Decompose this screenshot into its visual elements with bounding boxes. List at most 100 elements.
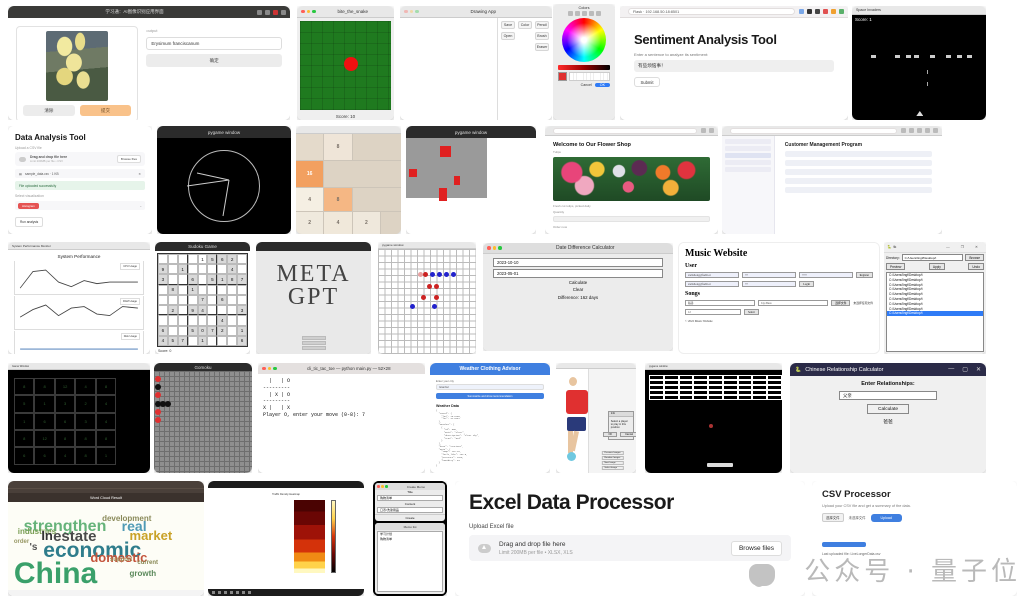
sudoku-cell[interactable]	[207, 285, 217, 295]
game-board[interactable]	[406, 138, 536, 234]
sudoku-cell[interactable]: 9	[158, 264, 168, 274]
email-field-2[interactable]: stellahong@fuzhi.ai	[685, 281, 739, 287]
sudoku-cell[interactable]: 1	[188, 285, 198, 295]
select-button[interactable]: Select	[744, 309, 759, 315]
sudoku-cell[interactable]	[237, 315, 247, 325]
sidebar-item-delete-customer[interactable]	[725, 167, 771, 172]
window-controls[interactable]	[257, 10, 286, 15]
sudoku-cell[interactable]: 1	[198, 336, 208, 346]
grid[interactable]: 881248 51324 16634 812888 66481	[14, 378, 116, 465]
sudoku-cell[interactable]	[217, 336, 227, 346]
ok-button[interactable]: OK	[595, 83, 610, 87]
file-list[interactable]: C:/Users/lingf/Desktop/tC:/Users/lingf/D…	[886, 272, 984, 352]
sudoku-cell[interactable]: 3	[158, 274, 168, 284]
cancel-button[interactable]: Cancel	[581, 83, 592, 87]
sudoku-cell[interactable]	[168, 264, 178, 274]
app-image-classifier[interactable]: 学习通：AI图像识别应用界面 清除 提交 output Erysimum fra…	[8, 6, 290, 120]
choose-file-button[interactable]: 选择文件	[831, 300, 850, 306]
game-canvas[interactable]	[157, 138, 291, 234]
password-field-3[interactable]: •••	[742, 281, 796, 287]
create-memo-window[interactable]: Create Memo Title 购物清单 Content 口罩/洗漱用品 C…	[375, 483, 445, 521]
file-dropzone[interactable]: Drag and drop file here Limit 200MB per …	[15, 152, 145, 166]
sudoku-cell[interactable]	[158, 305, 168, 315]
app-gomoku-pygame[interactable]: pygame window	[378, 242, 476, 354]
app-soccer-player-select[interactable]: Info Select a player to play in this pos…	[556, 363, 636, 473]
date1-input[interactable]: 2023-10-10	[493, 258, 663, 267]
snake-board[interactable]	[300, 21, 391, 110]
sudoku-cell[interactable]: 1	[237, 326, 247, 336]
app-dark-grid-game[interactable]: Game Window 881248 51324 16634 812888 66…	[8, 363, 150, 473]
sudoku-cell[interactable]: 1	[178, 264, 188, 274]
game-board[interactable]	[154, 371, 252, 473]
relationship-input[interactable]: 父亲	[839, 391, 937, 400]
selected-chip[interactable]: Histogram	[18, 203, 39, 209]
app-drawing[interactable]: Drawing App Save Open Color Pencil	[400, 6, 552, 120]
palette-swatches[interactable]	[569, 72, 610, 81]
sudoku-cell[interactable]: 9	[188, 305, 198, 315]
sudoku-cell[interactable]	[207, 295, 217, 305]
file-list-item[interactable]: C:/Users/lingf/Desktop/t	[887, 311, 983, 316]
random-images-button[interactable]: Random Images	[601, 456, 623, 460]
sudoku-cell[interactable]	[158, 254, 168, 264]
previous-images-button[interactable]: Previous Images	[601, 451, 623, 455]
sudoku-cell[interactable]	[227, 326, 237, 336]
apply-button[interactable]: Apply	[929, 263, 945, 270]
sudoku-cell[interactable]	[237, 254, 247, 264]
app-breakout[interactable]: pygame window	[645, 363, 782, 473]
sudoku-cell[interactable]: 7	[207, 326, 217, 336]
app-pygame-circle[interactable]: pygame window	[157, 126, 291, 234]
notes-field[interactable]	[785, 187, 932, 193]
sudoku-grid[interactable]: 156291436518781762943465072145716	[157, 253, 248, 347]
app-customer-management[interactable]: Customer Management Program	[722, 126, 942, 234]
sudoku-cell[interactable]	[217, 285, 227, 295]
address-field[interactable]	[785, 178, 932, 184]
sudoku-cell[interactable]	[168, 326, 178, 336]
calculate-button[interactable]: Calculate	[493, 280, 663, 285]
visualization-select[interactable]: Histogram ⌄	[15, 201, 145, 210]
sidebar-item-update-customer[interactable]	[725, 160, 771, 165]
sudoku-cell[interactable]	[237, 295, 247, 305]
sudoku-cell[interactable]	[158, 285, 168, 295]
sidebar-item-view-customers[interactable]	[725, 146, 771, 151]
sudoku-cell[interactable]: 1	[217, 274, 227, 284]
sudoku-cell[interactable]	[168, 274, 178, 284]
sudoku-cell[interactable]: 1	[198, 254, 208, 264]
quantity-input[interactable]	[553, 216, 710, 222]
create-button[interactable]: Create	[375, 514, 445, 521]
save-button[interactable]: Save	[501, 21, 515, 29]
sudoku-cell[interactable]: 2	[227, 254, 237, 264]
app-weather-advisor[interactable]: Weather Clothing Advisor Enter your city…	[430, 363, 550, 473]
game-canvas[interactable]	[645, 370, 782, 473]
sudoku-cell[interactable]	[237, 285, 247, 295]
info-dialog[interactable]: Info Select a player to play in this pos…	[608, 411, 634, 440]
sudoku-cell[interactable]: 5	[188, 326, 198, 336]
app-metagpt-drawing[interactable]: META GPT	[256, 242, 371, 354]
app-word-cloud[interactable]: Word Cloud Result Chinaeconomicstrengthe…	[8, 481, 204, 596]
app-snake-game[interactable]: bite_the_snake Score: 10	[297, 6, 394, 120]
sudoku-cell[interactable]	[198, 315, 208, 325]
sudoku-cell[interactable]	[188, 295, 198, 305]
password-field-2[interactable]: •••••	[799, 272, 853, 278]
password-field-1[interactable]: •••	[742, 272, 796, 278]
sudoku-cell[interactable]: 8	[168, 285, 178, 295]
sudoku-cell[interactable]	[178, 274, 188, 284]
browse-files-button[interactable]: Browse files	[117, 155, 141, 163]
sudoku-cell[interactable]: 7	[178, 336, 188, 346]
app-memo[interactable]: Create Memo Title 购物清单 Content 口罩/洗漱用品 C…	[373, 481, 447, 596]
upload-button[interactable]: Upload	[871, 514, 902, 522]
next-image-button[interactable]: Next Image	[601, 461, 623, 465]
game-board[interactable]: 8 16 4 8 2 4 2	[296, 134, 401, 234]
address-bar[interactable]	[730, 128, 897, 134]
app-minesweeper[interactable]: pygame window	[406, 126, 536, 234]
current-color-swatch[interactable]	[558, 72, 567, 81]
sudoku-cell[interactable]	[207, 305, 217, 315]
sudoku-cell[interactable]: 6	[158, 326, 168, 336]
brush-button[interactable]: Brush	[535, 32, 549, 40]
reset-button[interactable]: 清除	[23, 105, 75, 116]
sudoku-cell[interactable]	[207, 264, 217, 274]
sudoku-cell[interactable]	[198, 264, 208, 274]
sudoku-cell[interactable]	[168, 315, 178, 325]
confirm-button[interactable]: 确定	[146, 54, 282, 67]
city-input[interactable]: Istanbul	[436, 384, 544, 390]
sudoku-cell[interactable]	[227, 336, 237, 346]
